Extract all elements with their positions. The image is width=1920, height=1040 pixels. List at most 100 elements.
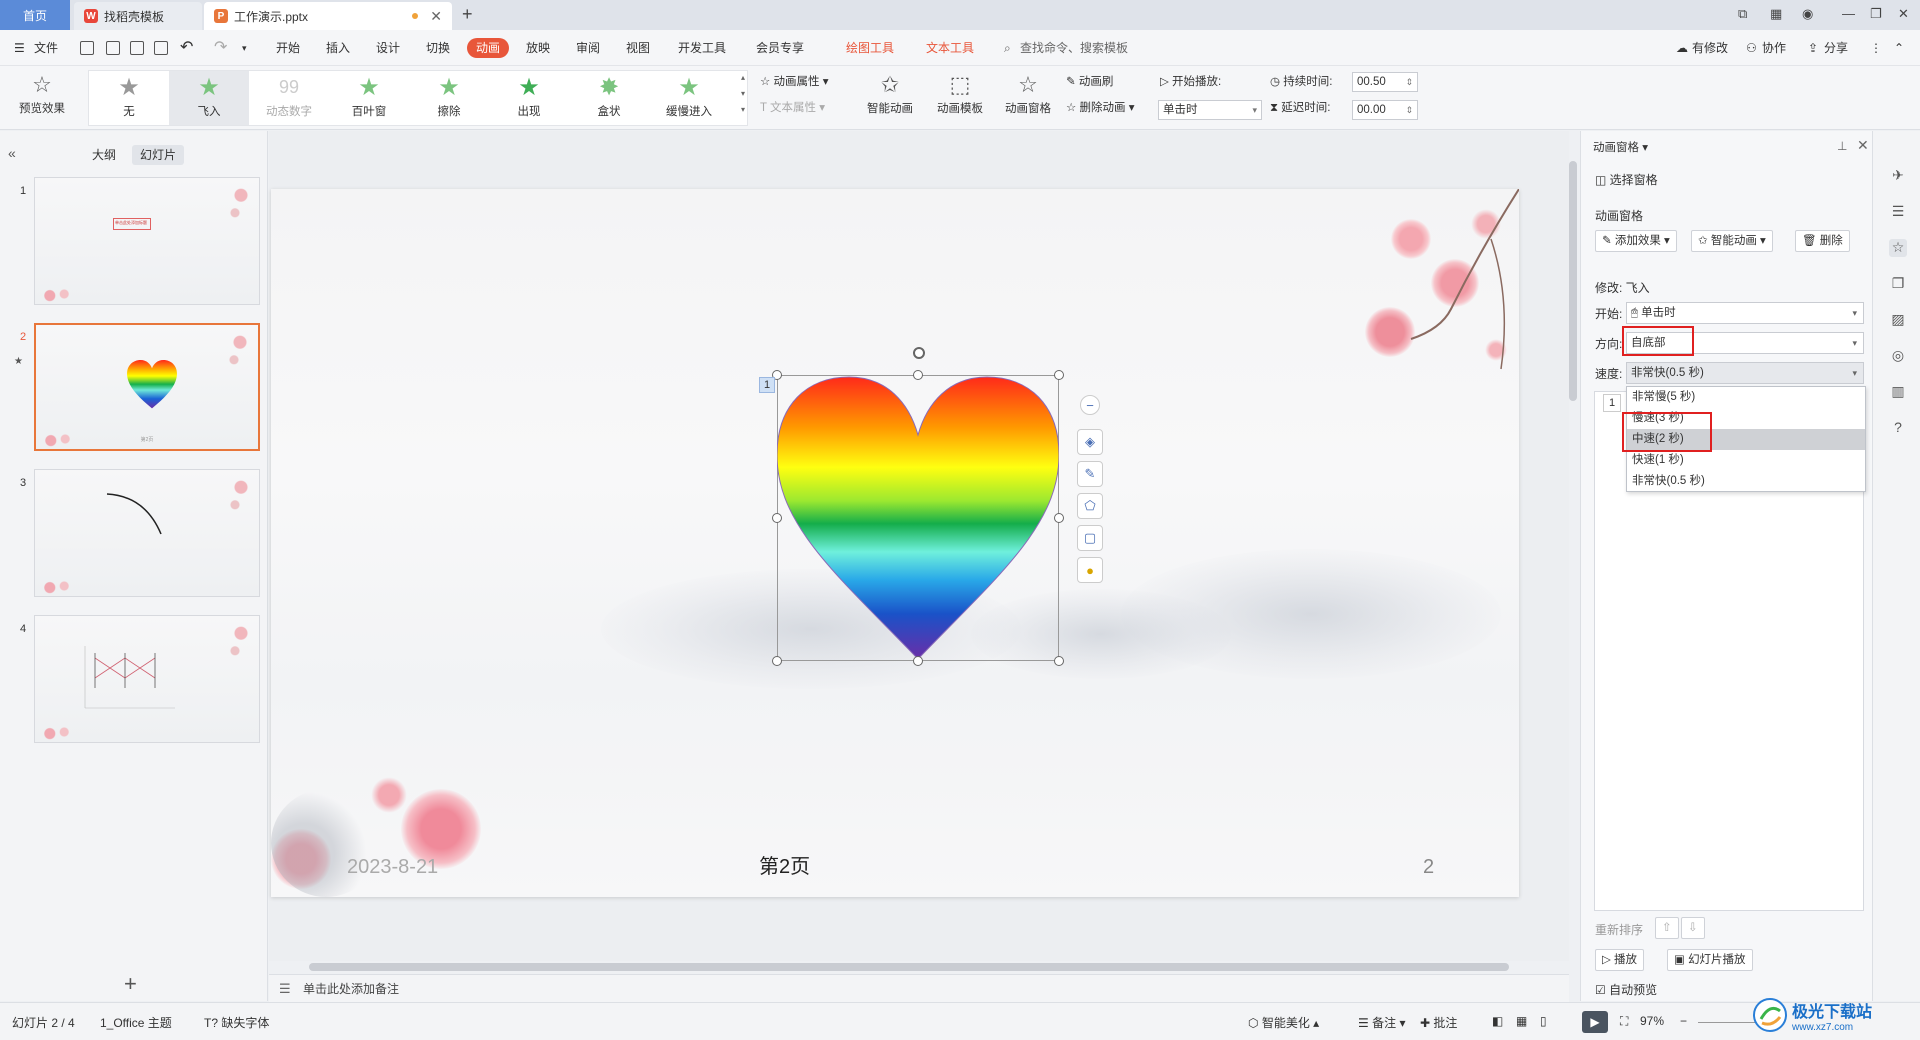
- animation-list-item[interactable]: 1: [1603, 394, 1621, 412]
- notes-toggle[interactable]: ☰ 备注 ▾: [1358, 1014, 1405, 1031]
- tab-template[interactable]: W 找稻壳模板: [74, 2, 202, 30]
- horizontal-scrollbar[interactable]: [279, 961, 1549, 971]
- smart-beautify-button[interactable]: ⬡ 智能美化 ▴: [1248, 1014, 1319, 1031]
- book-icon[interactable]: ▥: [1889, 383, 1907, 401]
- resize-handle[interactable]: [913, 656, 923, 666]
- anim-props-button[interactable]: ☆ 动画属性 ▾: [760, 72, 828, 92]
- smart-anim-button[interactable]: ✩ 智能动画: [858, 70, 922, 126]
- menu-review[interactable]: 审阅: [576, 30, 600, 66]
- scroll-thumb[interactable]: [309, 963, 1509, 971]
- slide-thumb-3[interactable]: [34, 469, 260, 597]
- anim-template-button[interactable]: ⬚ 动画模板: [928, 70, 992, 126]
- vertical-scrollbar[interactable]: [1567, 141, 1577, 951]
- play-slideshow-icon[interactable]: ▶: [1582, 1011, 1608, 1033]
- sorter-view-icon[interactable]: ▦: [1516, 1014, 1527, 1028]
- pin-icon[interactable]: ⊥: [1837, 139, 1847, 153]
- print-preview-icon[interactable]: [154, 41, 168, 55]
- menu-transitions[interactable]: 切换: [426, 30, 450, 66]
- lightbulb-icon[interactable]: ●: [1077, 557, 1103, 583]
- fit-window-icon[interactable]: ⛶: [1620, 1014, 1628, 1029]
- auto-preview-checkbox[interactable]: ☑ 自动预览: [1595, 981, 1657, 998]
- speed-option-very-slow[interactable]: 非常慢(5 秒): [1627, 387, 1865, 408]
- slide-canvas[interactable]: 1 − ◈ ✎ ⬠ ▢ ● 2023-8-21 第2页 2: [271, 189, 1519, 897]
- minimize-button[interactable]: —: [1842, 6, 1855, 21]
- fill-bucket-icon[interactable]: ⬠: [1077, 493, 1103, 519]
- menu-developer[interactable]: 开发工具: [678, 30, 726, 66]
- menu-drawing-tools[interactable]: 绘图工具: [846, 30, 894, 66]
- gallery-down-icon[interactable]: ▾: [741, 89, 745, 98]
- close-pane-icon[interactable]: ✕: [1857, 137, 1869, 154]
- start-dropdown[interactable]: 🖱 单击时 ▾: [1626, 302, 1864, 324]
- scroll-thumb[interactable]: [1569, 161, 1577, 401]
- more-icon[interactable]: ⋮: [1870, 30, 1882, 66]
- layers-icon[interactable]: ◈: [1077, 429, 1103, 455]
- rocket-icon[interactable]: ✈: [1889, 167, 1907, 185]
- close-tab-icon[interactable]: ✕: [430, 8, 442, 25]
- resize-handle[interactable]: [772, 513, 782, 523]
- tab-slides[interactable]: 幻灯片: [132, 145, 185, 165]
- tab-outline[interactable]: 大纲: [84, 145, 124, 165]
- effect-none[interactable]: ★ 无: [89, 71, 169, 125]
- move-down-icon[interactable]: ⇩: [1681, 917, 1705, 939]
- resize-handle[interactable]: [1054, 513, 1064, 523]
- collapse-panel-icon[interactable]: «: [8, 145, 16, 161]
- resize-handle[interactable]: [913, 370, 923, 380]
- menu-text-tools[interactable]: 文本工具: [926, 30, 974, 66]
- heart-shape-selection[interactable]: [772, 347, 1064, 666]
- normal-view-icon[interactable]: ◧: [1492, 1014, 1503, 1028]
- new-tab-button[interactable]: +: [462, 4, 473, 25]
- smart-anim-pane-button[interactable]: ✩ 智能动画 ▾: [1691, 230, 1773, 252]
- delete-effect-button[interactable]: 🗑 删除: [1795, 230, 1850, 252]
- effect-appear[interactable]: ★ 出现: [489, 71, 569, 125]
- share-button[interactable]: 分享: [1824, 30, 1848, 66]
- menu-member[interactable]: 会员专享: [756, 30, 804, 66]
- collapse-icon[interactable]: −: [1080, 395, 1100, 415]
- start-select[interactable]: 单击时 ▾: [1158, 100, 1262, 120]
- pane-title[interactable]: 动画窗格 ▾: [1593, 139, 1648, 155]
- add-slide-button[interactable]: +: [124, 971, 137, 997]
- restore-button[interactable]: ❐: [1870, 6, 1882, 22]
- speed-dropdown[interactable]: 非常快(0.5 秒) ▾: [1626, 362, 1864, 384]
- slide-thumb-1[interactable]: 单击此处添加标题: [34, 177, 260, 305]
- transition-icon[interactable]: ❐: [1889, 275, 1907, 293]
- slideshow-button[interactable]: ▣ 幻灯片播放: [1667, 949, 1753, 971]
- slide-thumb-4[interactable]: [34, 615, 260, 743]
- menu-animation[interactable]: 动画: [467, 38, 510, 58]
- resize-handle[interactable]: [1054, 656, 1064, 666]
- text-props-button[interactable]: T 文本属性 ▾: [760, 98, 825, 118]
- move-up-icon[interactable]: ⇧: [1655, 917, 1679, 939]
- preview-effect-button[interactable]: ☆ 预览效果: [10, 70, 74, 126]
- effect-fly-in[interactable]: ★ 飞入: [169, 71, 249, 125]
- tab-document[interactable]: P 工作演示.pptx ✕: [204, 2, 452, 30]
- menu-insert[interactable]: 插入: [326, 30, 350, 66]
- animation-star-icon[interactable]: ☆: [1889, 239, 1907, 257]
- zoom-level[interactable]: 97%: [1640, 1014, 1664, 1028]
- command-search[interactable]: 查找命令、搜索模板: [1020, 30, 1128, 66]
- picture-icon[interactable]: ▨: [1889, 311, 1907, 329]
- menu-design[interactable]: 设计: [376, 30, 400, 66]
- print-icon[interactable]: [130, 41, 144, 55]
- reading-view-icon[interactable]: ▯: [1540, 1014, 1547, 1028]
- layout-icon[interactable]: ⧉: [1738, 6, 1747, 22]
- resize-handle[interactable]: [1054, 370, 1064, 380]
- location-icon[interactable]: ◎: [1889, 347, 1907, 365]
- add-effect-button[interactable]: ✎ 添加效果 ▾: [1595, 230, 1677, 252]
- duration-spinner[interactable]: 00.50 ⇕: [1352, 72, 1418, 92]
- pen-icon[interactable]: ✎: [1077, 461, 1103, 487]
- effect-box[interactable]: ✸ 盒状: [569, 71, 649, 125]
- heart-shape[interactable]: [777, 375, 1059, 661]
- avatar[interactable]: ◉: [1802, 6, 1813, 22]
- theme-name[interactable]: 1_Office 主题: [100, 1014, 172, 1031]
- apps-grid-icon[interactable]: ▦: [1770, 6, 1782, 22]
- undo-icon[interactable]: ↶: [180, 30, 193, 66]
- rotate-handle-icon[interactable]: [913, 347, 925, 359]
- menu-slideshow[interactable]: 放映: [526, 30, 550, 66]
- effect-slow-in[interactable]: ★ 缓慢进入: [649, 71, 729, 125]
- anim-brush-button[interactable]: ✎ 动画刷: [1066, 72, 1113, 92]
- anim-pane-button[interactable]: ☆ 动画窗格: [996, 70, 1060, 126]
- collaborate-button[interactable]: 协作: [1762, 30, 1786, 66]
- menu-view[interactable]: 视图: [626, 30, 650, 66]
- close-window-button[interactable]: ✕: [1898, 6, 1909, 22]
- tab-home[interactable]: 首页: [0, 0, 70, 30]
- effect-blinds[interactable]: ★ 百叶窗: [329, 71, 409, 125]
